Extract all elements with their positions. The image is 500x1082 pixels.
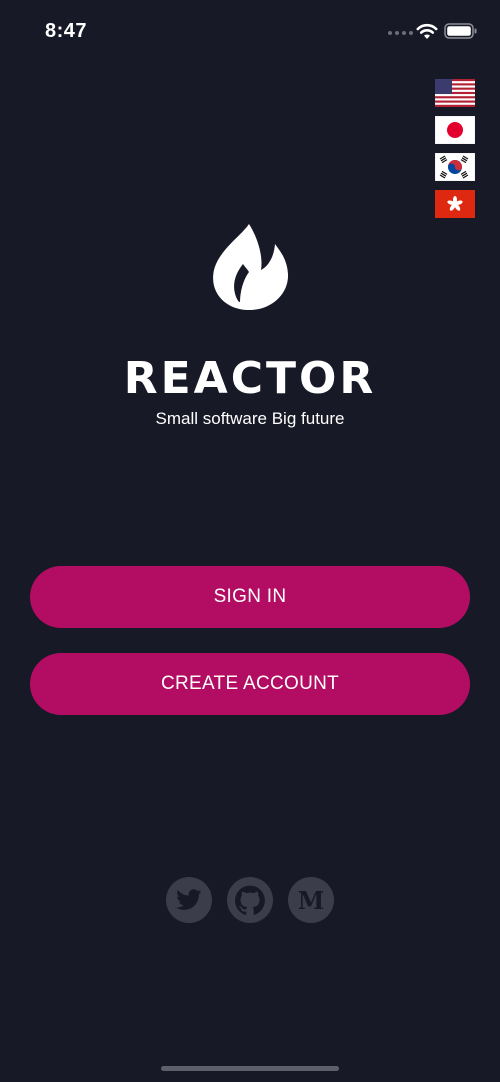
app-title: REACTOR [123,353,377,404]
japan-flag-icon [435,116,475,144]
language-selector [435,79,475,227]
medium-icon: M [297,885,325,915]
create-account-button[interactable]: CREATE ACCOUNT [30,653,470,715]
korea-flag-icon [435,153,475,181]
home-indicator [161,1066,339,1071]
hong-kong-flag-button[interactable] [435,190,475,218]
twitter-button[interactable] [166,877,212,923]
twitter-icon [176,889,202,910]
social-links: M [166,877,334,923]
sign-in-button[interactable]: SIGN IN [30,566,470,628]
app-tagline: Small software Big future [155,409,345,428]
japan-flag-button[interactable] [435,116,475,144]
status-time: 8:47 [45,20,88,42]
github-button[interactable] [227,877,273,923]
signal-dots-icon [388,31,413,35]
hong-kong-flag-icon [435,190,475,218]
us-flag-icon [435,79,475,107]
battery-icon [444,23,477,39]
github-icon [235,885,265,915]
us-flag-button[interactable] [435,79,475,107]
flame-icon [213,224,289,310]
korea-flag-button[interactable] [435,153,475,181]
status-bar: 8:47 [0,0,500,64]
wifi-icon [416,23,438,39]
medium-button[interactable]: M [288,877,334,923]
